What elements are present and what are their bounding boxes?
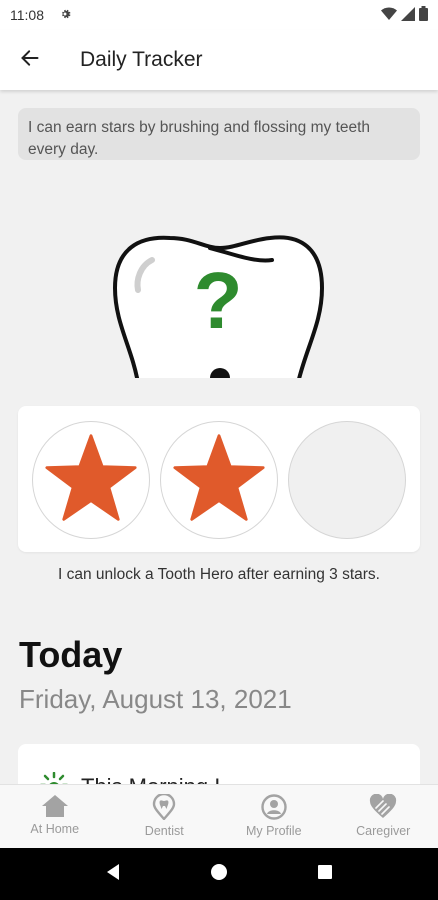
square-recents-icon — [317, 864, 333, 885]
content-scroll[interactable]: I can earn stars by brushing and flossin… — [0, 90, 438, 784]
nav-label: Caregiver — [356, 824, 411, 838]
star-icon — [172, 432, 266, 529]
page-title: Daily Tracker — [80, 48, 203, 71]
star-slot-3-empty — [288, 421, 406, 539]
triangle-back-icon — [105, 863, 121, 886]
tooth-pin-icon — [152, 794, 176, 820]
back-button[interactable] — [0, 30, 60, 90]
system-recents-button[interactable] — [305, 854, 345, 894]
info-message: I can earn stars by brushing and flossin… — [18, 108, 420, 160]
morning-label: This Morning I — [81, 774, 220, 784]
question-mark: ? — [194, 256, 243, 345]
arrow-left-icon — [20, 48, 40, 73]
system-nav-bar — [0, 848, 438, 900]
nav-item-dentist[interactable]: Dentist — [110, 785, 220, 848]
unlock-message: I can unlock a Tooth Hero after earning … — [58, 566, 380, 583]
settings-gear-icon — [58, 7, 72, 24]
circle-home-icon — [210, 863, 228, 886]
app-bar: Daily Tracker — [0, 30, 438, 90]
signal-icon — [401, 6, 415, 24]
home-icon — [41, 794, 69, 818]
heart-hands-icon — [369, 794, 397, 820]
tooth-mystery-illustration: ? — [110, 218, 330, 378]
star-icon — [44, 432, 138, 529]
bottom-nav: At Home Dentist My Profile Caregiver — [0, 784, 438, 848]
nav-label: At Home — [30, 822, 80, 836]
nav-item-at-home[interactable]: At Home — [0, 785, 110, 848]
nav-label: Dentist — [144, 824, 184, 838]
status-time: 11:08 — [10, 7, 44, 23]
today-date: Friday, August 13, 2021 — [19, 684, 292, 714]
sun-icon — [40, 771, 68, 784]
star-slot-1 — [32, 421, 150, 539]
stars-card — [18, 406, 420, 552]
morning-card[interactable]: This Morning I — [18, 744, 420, 784]
wifi-icon — [381, 7, 397, 24]
nav-item-my-profile[interactable]: My Profile — [219, 785, 329, 848]
nav-item-caregiver[interactable]: Caregiver — [329, 785, 438, 848]
battery-icon — [419, 6, 428, 24]
today-heading: Today — [19, 634, 123, 675]
status-bar: 11:08 — [0, 0, 438, 30]
nav-label: My Profile — [245, 824, 302, 838]
system-back-button[interactable] — [93, 854, 133, 894]
star-slot-2 — [160, 421, 278, 539]
profile-icon — [261, 794, 287, 820]
system-home-button[interactable] — [199, 854, 239, 894]
